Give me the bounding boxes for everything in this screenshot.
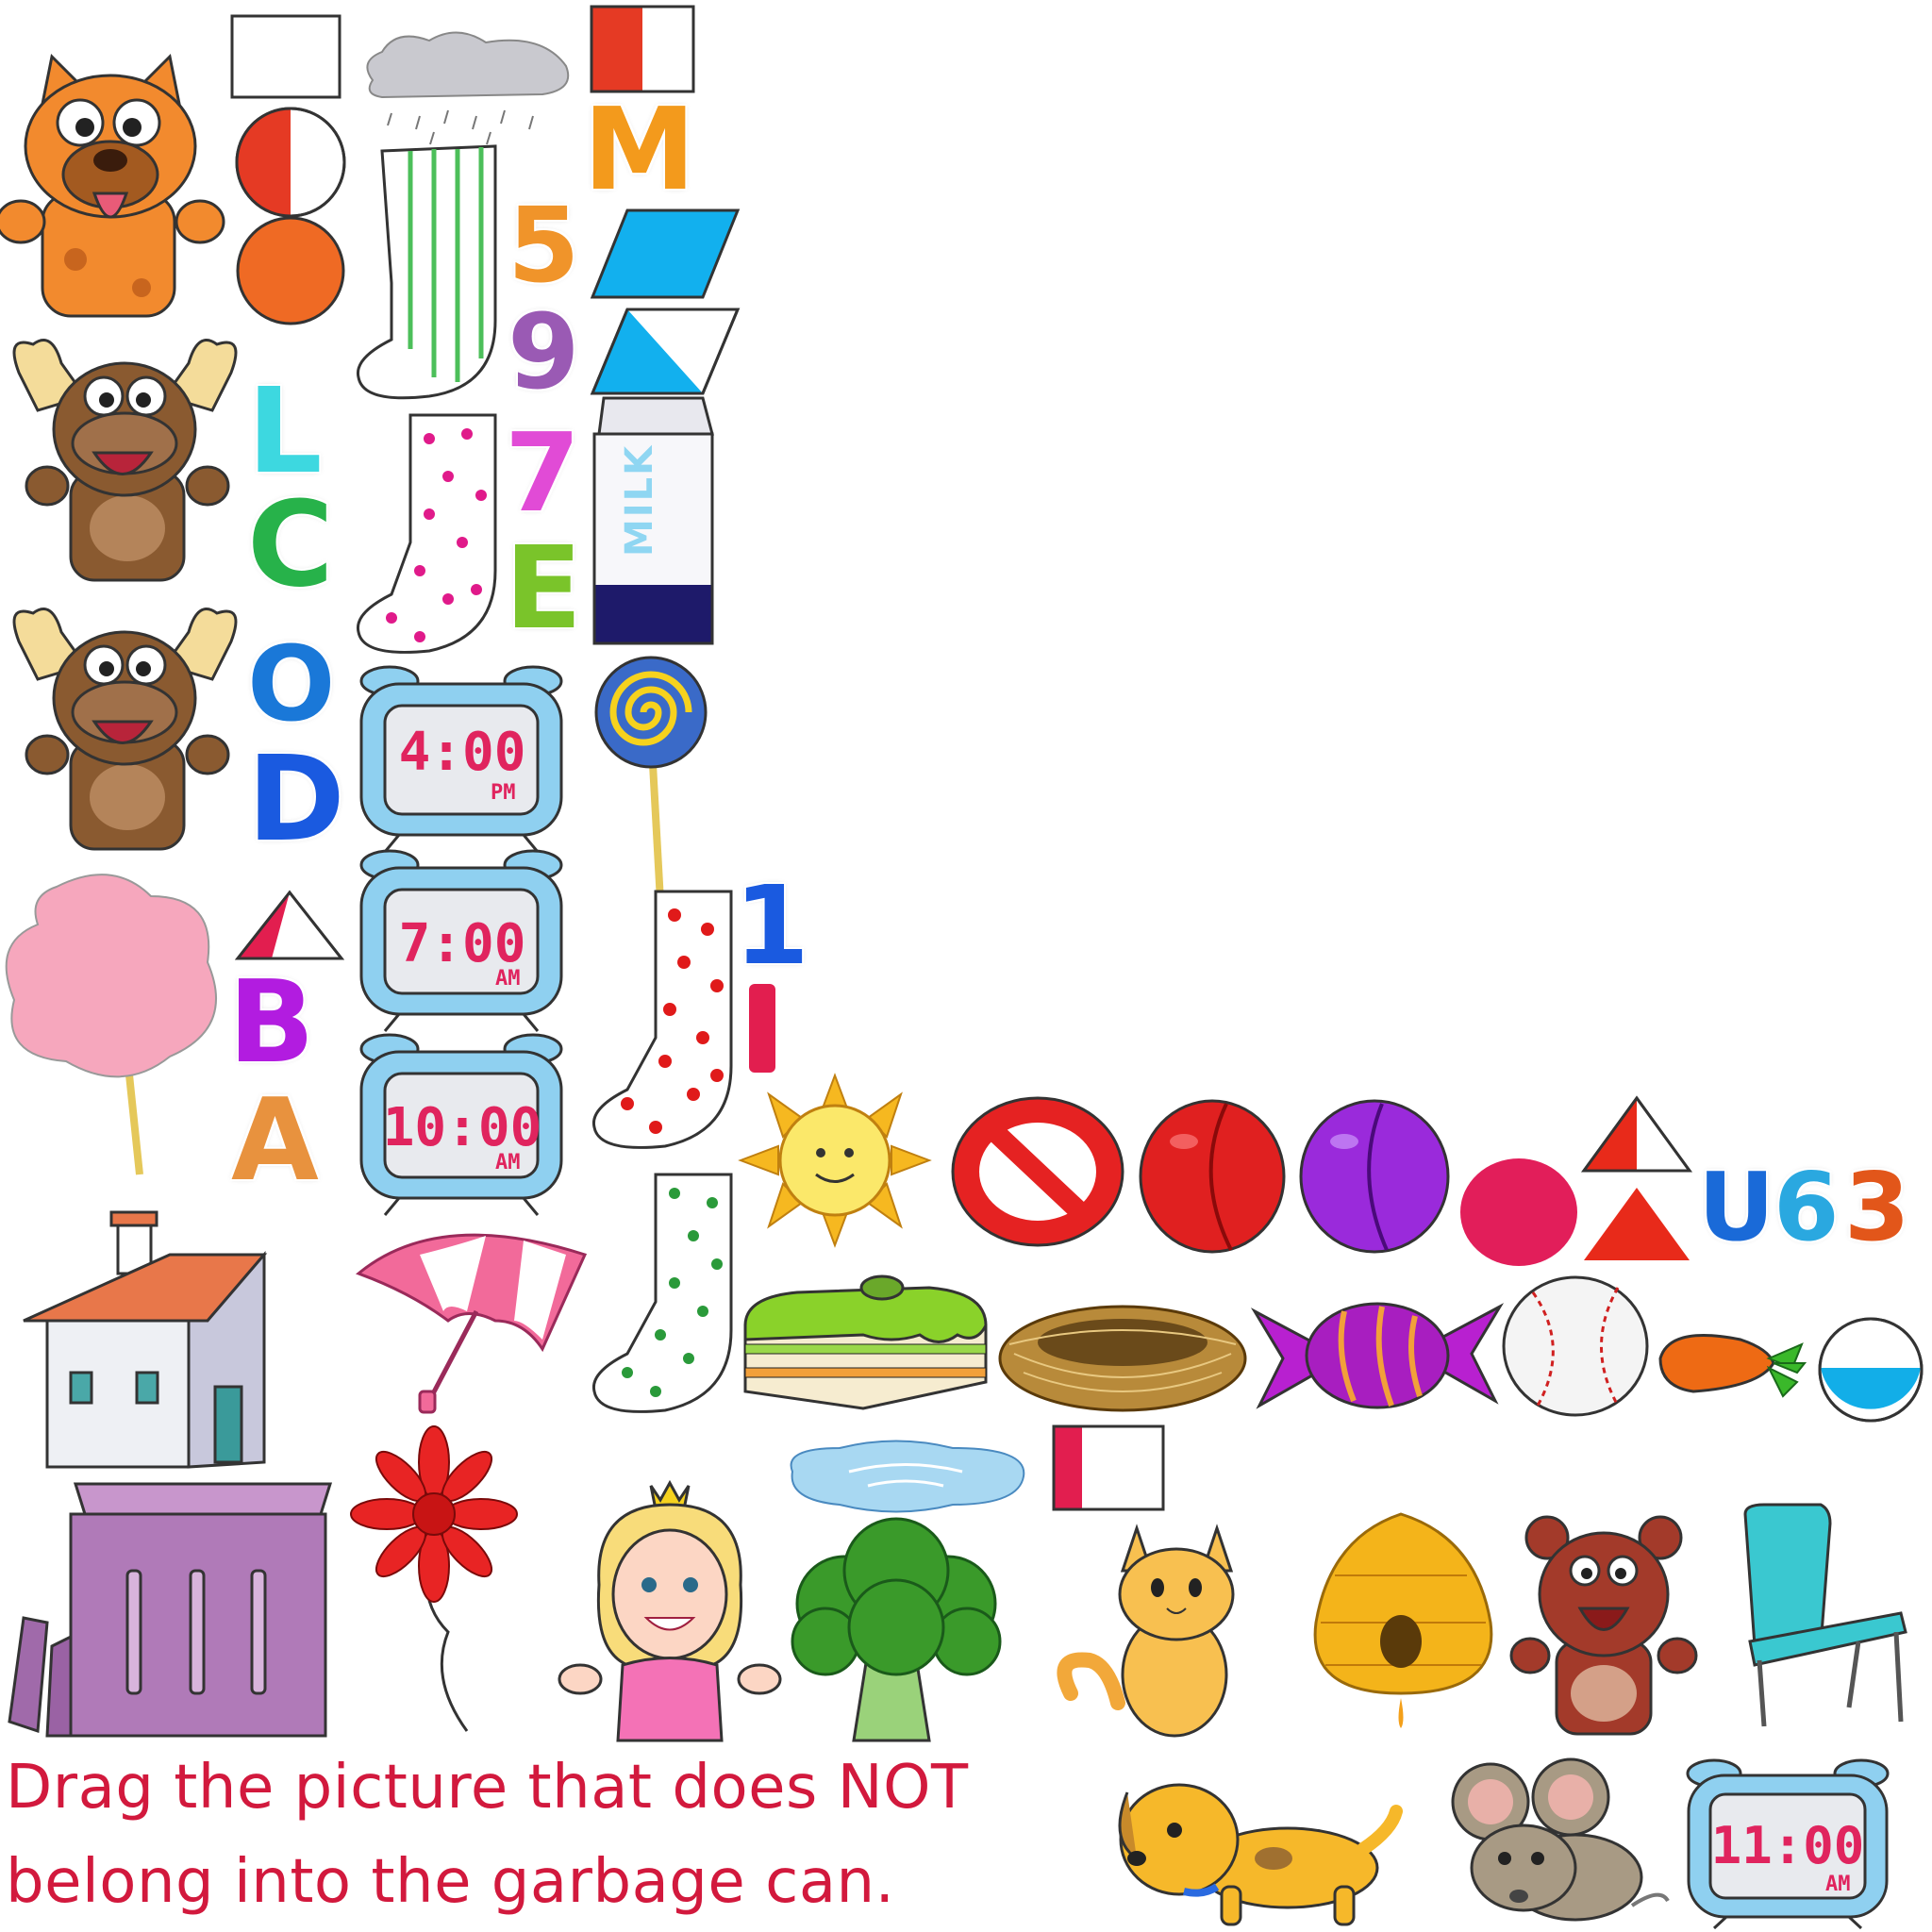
clock-ampm-display: AM: [1825, 1873, 1851, 1896]
baseball-icon[interactable]: [1500, 1274, 1651, 1420]
half-red-triangle-shape[interactable]: [1580, 1094, 1693, 1174]
letter-d[interactable]: D: [247, 741, 345, 858]
triangle-partial-shape[interactable]: [234, 889, 345, 962]
polka-dot-sock-green-icon[interactable]: [590, 1170, 741, 1415]
water-puddle-icon[interactable]: [783, 1434, 1033, 1519]
letter-u[interactable]: U: [1698, 1160, 1774, 1255]
purple-ball-icon[interactable]: [1297, 1099, 1453, 1255]
moose-puppet-icon[interactable]: [0, 321, 250, 585]
no-sign-icon[interactable]: [948, 1094, 1127, 1250]
princess-girl-icon[interactable]: [557, 1479, 783, 1745]
instruction-line-1: Drag the picture that does NOT: [6, 1753, 969, 1823]
polka-dot-sock-pink-icon[interactable]: [354, 410, 505, 656]
rain-cloud-icon[interactable]: [354, 24, 575, 146]
polka-dot-sock-red-icon[interactable]: [590, 887, 741, 1156]
letter-a[interactable]: A: [231, 1085, 319, 1198]
blue-parallelogram-shape[interactable]: [590, 208, 741, 300]
striped-sock-icon[interactable]: [354, 142, 505, 406]
carrot-icon[interactable]: [1656, 1316, 1807, 1410]
digit-three[interactable]: 3: [1844, 1160, 1910, 1255]
mouse-icon[interactable]: [1434, 1755, 1670, 1929]
half-red-circle-shape[interactable]: [230, 106, 351, 219]
letter-c[interactable]: C: [247, 486, 334, 604]
yellow-dog-icon[interactable]: [1108, 1755, 1406, 1929]
letter-o[interactable]: O: [247, 632, 336, 736]
red-bar-icon[interactable]: [745, 981, 779, 1075]
partial-parallelogram-shape[interactable]: [590, 307, 741, 396]
instruction-line-2: belong into the garbage can.: [6, 1847, 895, 1917]
half-pink-rectangle-shape[interactable]: [1052, 1424, 1165, 1511]
beehive-icon[interactable]: [1307, 1509, 1500, 1731]
moose-puppet-icon[interactable]: [0, 590, 250, 854]
digit-nine[interactable]: 9: [508, 300, 580, 404]
clock-time-display: 7:00: [398, 913, 526, 974]
red-flower-icon[interactable]: [350, 1424, 518, 1736]
white-rectangle-shape[interactable]: [230, 14, 341, 99]
orange-dog-puppet-icon[interactable]: [0, 52, 225, 318]
broccoli-icon[interactable]: [788, 1517, 1005, 1745]
trash-can-icon: [5, 1476, 335, 1742]
kiwi-cake-icon[interactable]: [741, 1269, 991, 1410]
orange-cat-icon[interactable]: [1052, 1514, 1245, 1745]
chair-icon[interactable]: [1726, 1503, 1915, 1731]
letter-b[interactable]: B: [228, 967, 314, 1080]
red-triangle-shape[interactable]: [1580, 1184, 1693, 1264]
clock-ampm-display: AM: [495, 967, 521, 991]
red-ball-icon[interactable]: [1137, 1099, 1288, 1255]
house-icon[interactable]: [19, 1208, 274, 1472]
letter-m[interactable]: M: [583, 94, 695, 208]
orange-circle-shape[interactable]: [230, 215, 351, 326]
wrapped-candy-icon[interactable]: [1250, 1292, 1505, 1415]
clock-ampm-display: PM: [491, 781, 516, 805]
digit-five[interactable]: 5: [508, 193, 580, 297]
digit-one[interactable]: 1: [734, 873, 809, 981]
sun-icon[interactable]: [738, 1073, 932, 1248]
bird-nest-icon[interactable]: [995, 1297, 1250, 1415]
clock-time-display: 11:00: [1710, 1816, 1865, 1875]
pink-circle-shape[interactable]: [1457, 1156, 1580, 1269]
clock-time-display: 10:00: [382, 1097, 542, 1158]
milk-label: MILK: [618, 443, 661, 557]
cotton-candy-icon[interactable]: [0, 868, 236, 1179]
water-fill-circle-icon[interactable]: [1811, 1316, 1932, 1424]
umbrella-icon[interactable]: [354, 1217, 590, 1415]
digit-six[interactable]: 6: [1774, 1160, 1840, 1255]
digit-seven[interactable]: 7: [505, 420, 580, 528]
letter-l[interactable]: L: [247, 373, 323, 491]
lollipop-icon[interactable]: [585, 651, 717, 906]
instruction-text: Drag the picture that does NOT belong in…: [6, 1740, 969, 1929]
letter-e[interactable]: E: [505, 533, 582, 646]
half-red-rectangle-shape[interactable]: [590, 5, 695, 94]
clock-ampm-display: AM: [495, 1151, 521, 1174]
bear-puppet-icon[interactable]: [1509, 1509, 1698, 1736]
clock-time-display: 4:00: [398, 722, 526, 783]
